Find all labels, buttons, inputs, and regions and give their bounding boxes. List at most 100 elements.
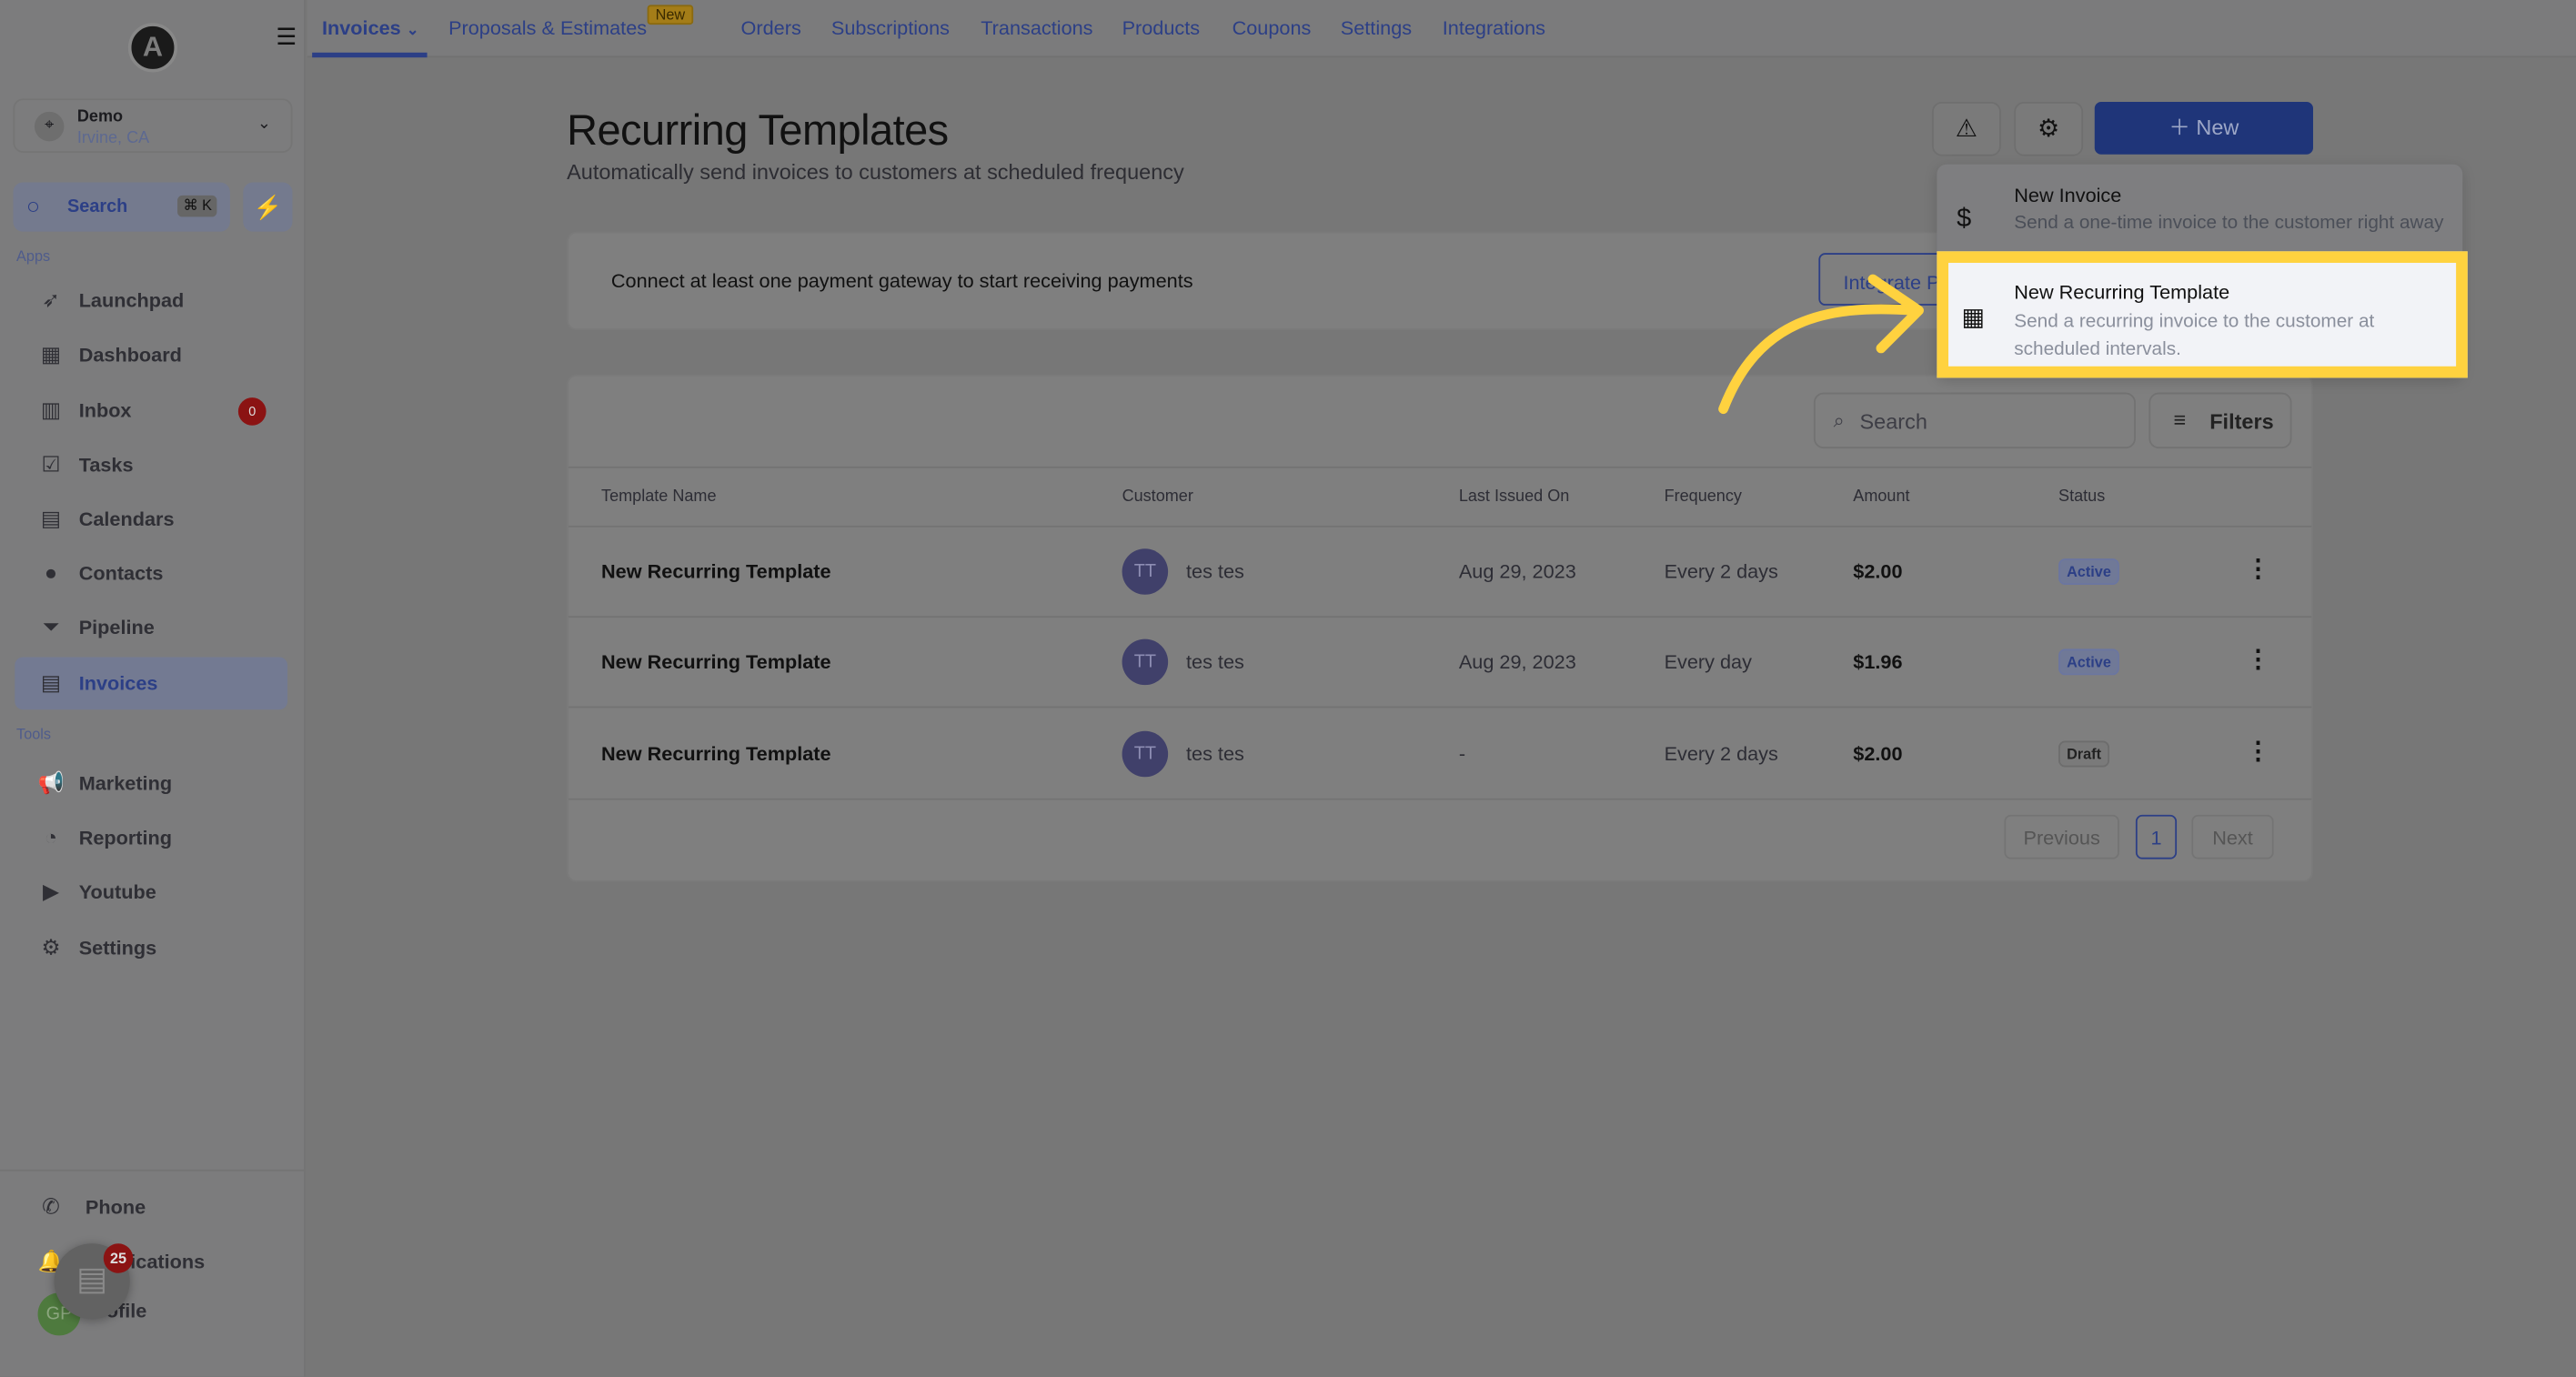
tab-settings[interactable]: Settings — [1341, 16, 1412, 39]
page-1-button[interactable]: 1 — [2135, 814, 2178, 859]
menu-collapse-icon[interactable]: ☰ — [276, 23, 297, 51]
nav-label: Launchpad — [78, 288, 185, 313]
tab-invoices[interactable]: Invoices ⌄ — [322, 16, 418, 39]
nav-label: Youtube — [78, 880, 156, 904]
new-invoice-option[interactable]: New Invoice — [2014, 184, 2121, 206]
tab-label: Invoices — [321, 16, 401, 40]
divider — [0, 1169, 306, 1171]
row-actions-kebab-icon[interactable]: ⋮ — [2246, 735, 2270, 765]
tab-coupons[interactable]: Coupons — [1233, 16, 1312, 39]
calculator-icon: ▦ — [1961, 304, 1986, 332]
sidebar-item-contacts[interactable]: ● Contacts — [15, 547, 287, 599]
sidebar-item-settings[interactable]: ⚙ Settings — [15, 921, 287, 974]
company-logo[interactable]: A — [127, 23, 178, 73]
sidebar-item-launchpad[interactable]: ➶ Launchpad — [15, 275, 287, 327]
tab-integrations[interactable]: Integrations — [1443, 16, 1545, 39]
nav-label: Pipeline — [78, 616, 155, 639]
option-desc: Send a recurring invoice to the customer… — [2014, 312, 2375, 359]
last-issued: - — [1458, 741, 1466, 765]
tab-label: Coupons — [1232, 16, 1312, 40]
sidebar-item-phone[interactable]: ✆ Phone — [15, 1181, 287, 1234]
templates-table — [567, 374, 2313, 882]
tab-transactions[interactable]: Transactions — [981, 16, 1092, 39]
divider — [568, 707, 2312, 709]
template-name[interactable]: New Recurring Template — [601, 560, 831, 583]
filters-button[interactable]: ≡ Filters — [2148, 392, 2292, 449]
nav-label: Invoices — [78, 671, 158, 695]
rocket-icon: ➶ — [42, 287, 60, 313]
page-subtitle: Automatically send invoices to customers… — [567, 159, 1184, 185]
tab-label: Proposals & Estimates — [448, 16, 648, 40]
next-button[interactable]: Next — [2191, 814, 2274, 859]
location-pin-icon: ⌖ — [34, 111, 65, 142]
active-tab-indicator — [312, 52, 428, 58]
sidebar: A ☰ ⌖ Demo Irvine, CA ⌄ ○ Search ⌘ K ⚡ A… — [0, 0, 306, 1377]
row-actions-kebab-icon[interactable]: ⋮ — [2246, 554, 2270, 583]
tab-orders[interactable]: Orders — [741, 16, 801, 39]
inbox-badge: 0 — [237, 397, 267, 426]
status-badge: Active — [2058, 558, 2119, 585]
sidebar-item-marketing[interactable]: 📢 Marketing — [15, 758, 287, 810]
feedback-icon[interactable]: ⚠ — [1931, 101, 2001, 156]
frequency: Every 2 days — [1664, 559, 1778, 584]
pipeline-icon: ⏷ — [42, 614, 60, 639]
gear-icon[interactable]: ⚙ — [2014, 101, 2084, 156]
chevron-down-icon: ⌄ — [406, 21, 419, 38]
sidebar-item-youtube[interactable]: ▶ Youtube — [15, 866, 287, 919]
contacts-icon: ● — [44, 559, 58, 585]
tab-label: Settings — [1340, 16, 1413, 40]
new-button-label: New — [2196, 115, 2239, 140]
frequency: Every 2 days — [1664, 741, 1778, 765]
page-title: Recurring Templates — [567, 105, 949, 155]
column-header: Amount — [1853, 487, 1910, 507]
template-name[interactable]: New Recurring Template — [601, 742, 831, 765]
column-header: Last Issued On — [1458, 487, 1570, 507]
search-shortcut: ⌘ K — [177, 195, 217, 217]
column-header: Frequency — [1664, 487, 1742, 507]
sidebar-item-calendars[interactable]: ▤ Calendars — [15, 493, 287, 546]
tab-products[interactable]: Products — [1122, 16, 1201, 39]
previous-button[interactable]: Previous — [2004, 814, 2119, 859]
nav-label: Calendars — [78, 508, 175, 531]
divider — [568, 798, 2312, 799]
sidebar-item-inbox[interactable]: ▥ Inbox 0 — [15, 385, 287, 437]
template-name[interactable]: New Recurring Template — [601, 651, 831, 674]
new-recurring-template-option[interactable]: ▦ New Recurring Template Send a recurrin… — [1937, 251, 2468, 378]
calendar-icon: ▤ — [40, 506, 62, 531]
chat-badge: 25 — [103, 1243, 134, 1273]
youtube-icon: ▶ — [42, 879, 60, 904]
apps-section-label: Apps — [16, 247, 51, 265]
phone-icon: ✆ — [42, 1194, 60, 1220]
avatar: TT — [1122, 729, 1169, 777]
invoice-icon: ▤ — [40, 669, 62, 695]
nav-label: Contacts — [78, 561, 164, 585]
sidebar-item-reporting[interactable]: ◔ Reporting — [15, 811, 287, 864]
amount: $1.96 — [1853, 650, 1903, 675]
sidebar-search[interactable]: ○ Search ⌘ K — [13, 182, 230, 232]
sidebar-item-tasks[interactable]: ☑ Tasks — [15, 438, 287, 491]
avatar: TT — [1122, 548, 1169, 595]
location-switcher[interactable]: ⌖ Demo Irvine, CA ⌄ — [13, 98, 293, 153]
new-button[interactable]: ＋ New — [2094, 101, 2313, 155]
tab-label: Transactions — [981, 16, 1093, 40]
tab-label: Subscriptions — [830, 16, 951, 40]
annotation-arrow-icon — [1718, 274, 1924, 415]
tab-proposals-estimates[interactable]: Proposals & Estimates — [448, 16, 647, 39]
chart-icon: ◔ — [44, 824, 58, 849]
amount: $2.00 — [1853, 559, 1903, 584]
alert-text: Connect at least one payment gateway to … — [610, 269, 1193, 293]
divider — [568, 466, 2312, 468]
row-actions-kebab-icon[interactable]: ⋮ — [2246, 645, 2270, 674]
search-icon: ○ — [25, 192, 41, 219]
quick-actions-bolt-icon[interactable]: ⚡ — [243, 182, 293, 232]
column-header: Status — [2058, 487, 2106, 507]
sidebar-item-dashboard[interactable]: ▦ Dashboard — [15, 328, 287, 381]
status-badge: Draft — [2058, 739, 2110, 767]
sidebar-item-invoices[interactable]: ▤ Invoices — [15, 657, 288, 710]
sidebar-item-pipeline[interactable]: ⏷ Pipeline — [15, 601, 287, 654]
tab-label: Integrations — [1442, 16, 1546, 40]
tab-subscriptions[interactable]: Subscriptions — [831, 16, 950, 39]
nav-label: Dashboard — [78, 343, 182, 367]
nav-label: Inbox — [78, 398, 132, 423]
megaphone-icon: 📢 — [37, 770, 65, 796]
